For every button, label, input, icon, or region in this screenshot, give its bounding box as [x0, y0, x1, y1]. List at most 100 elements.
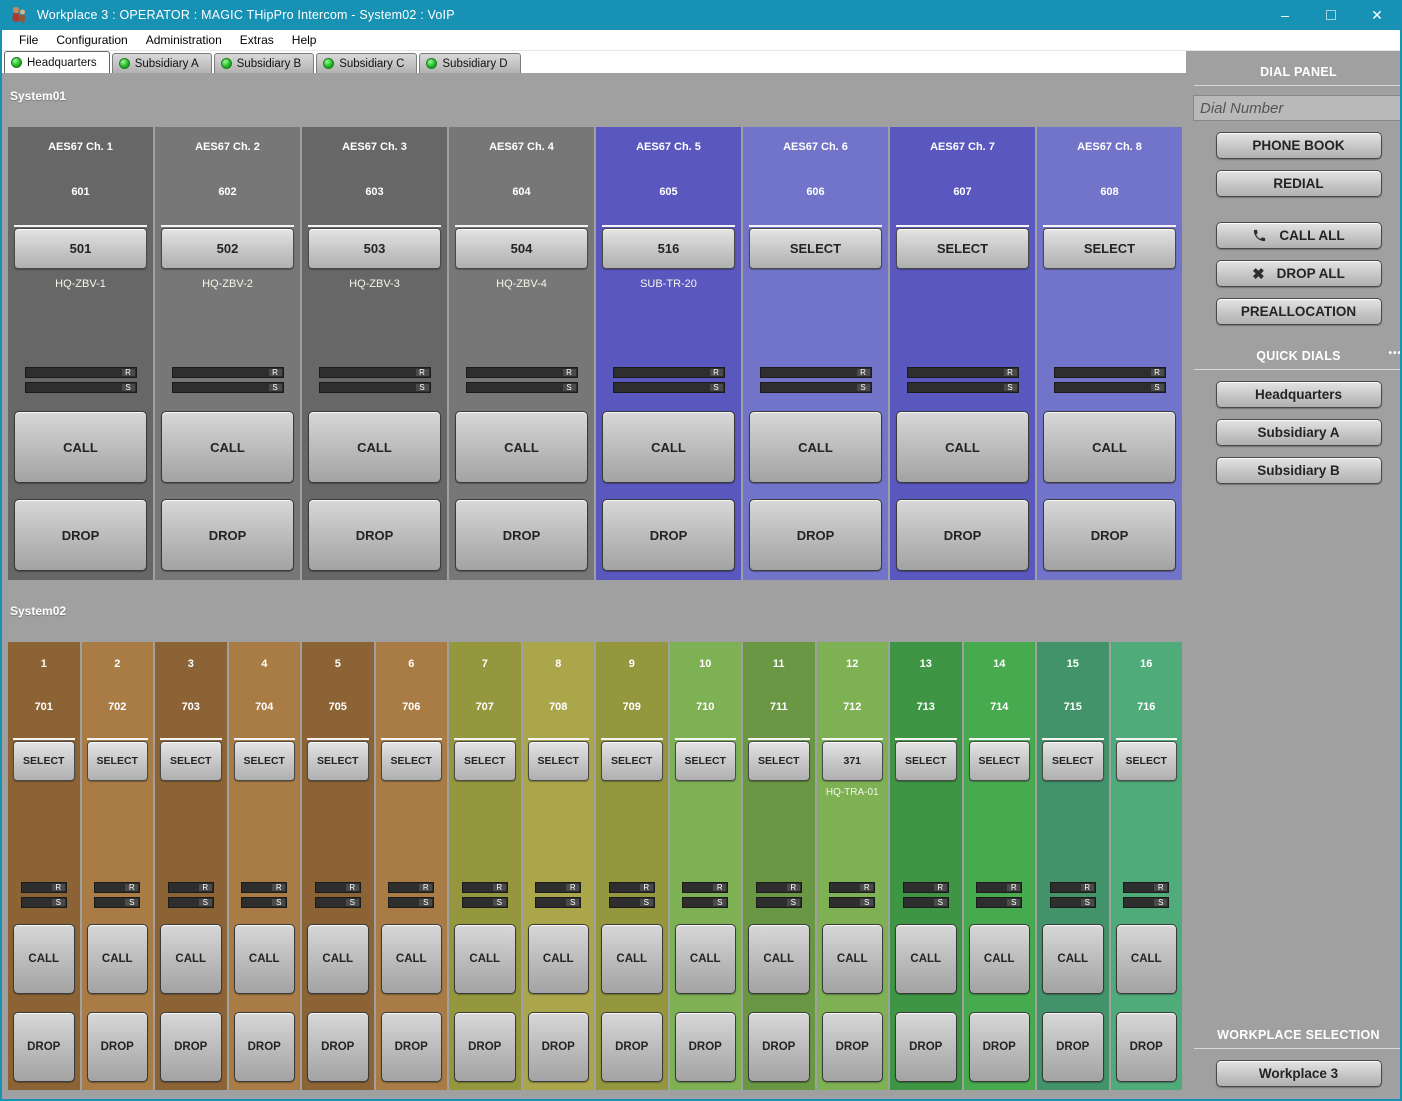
drop-button[interactable]: DROP: [87, 1012, 149, 1082]
call-button[interactable]: CALL: [602, 411, 735, 483]
channel-separator: [13, 738, 75, 740]
drop-button[interactable]: DROP: [895, 1012, 957, 1082]
select-button[interactable]: 504: [455, 228, 588, 269]
phone-book-button[interactable]: PHONE BOOK: [1216, 132, 1382, 159]
select-button[interactable]: SELECT: [307, 741, 369, 781]
drop-button[interactable]: DROP: [822, 1012, 884, 1082]
tab-subsidiary-c[interactable]: Subsidiary C: [316, 53, 417, 73]
select-button[interactable]: 502: [161, 228, 294, 269]
quick-dial-subsidiary-a-button[interactable]: Subsidiary A: [1216, 419, 1382, 446]
drop-button[interactable]: DROP: [1116, 1012, 1178, 1082]
drop-button[interactable]: DROP: [749, 499, 882, 571]
menu-item-configuration[interactable]: Configuration: [47, 33, 136, 47]
call-button[interactable]: CALL: [601, 924, 663, 994]
minimize-button[interactable]: –: [1262, 0, 1308, 30]
drop-button[interactable]: DROP: [528, 1012, 590, 1082]
drop-button[interactable]: DROP: [1043, 499, 1176, 571]
tab-subsidiary-a[interactable]: Subsidiary A: [112, 53, 212, 73]
call-button[interactable]: CALL: [748, 924, 810, 994]
call-button[interactable]: CALL: [87, 924, 149, 994]
select-button[interactable]: SELECT: [895, 741, 957, 781]
menu-item-help[interactable]: Help: [283, 33, 326, 47]
drop-button[interactable]: DROP: [14, 499, 147, 571]
meter-label-r: R: [857, 369, 870, 376]
call-button[interactable]: CALL: [1116, 924, 1178, 994]
quick-dials-menu-icon[interactable]: •••: [1388, 348, 1402, 359]
menu-item-file[interactable]: File: [10, 33, 47, 47]
drop-button[interactable]: DROP: [1042, 1012, 1104, 1082]
drop-button[interactable]: DROP: [748, 1012, 810, 1082]
drop-button[interactable]: DROP: [969, 1012, 1031, 1082]
select-button[interactable]: SELECT: [1042, 741, 1104, 781]
preallocation-button[interactable]: PREALLOCATION: [1216, 298, 1382, 325]
drop-button[interactable]: DROP: [454, 1012, 516, 1082]
quick-dial-subsidiary-b-button[interactable]: Subsidiary B: [1216, 457, 1382, 484]
select-button[interactable]: 371: [822, 741, 884, 781]
select-button[interactable]: SELECT: [675, 741, 737, 781]
call-button[interactable]: CALL: [234, 924, 296, 994]
drop-all-button[interactable]: ✖ DROP ALL: [1216, 260, 1382, 287]
call-button[interactable]: CALL: [13, 924, 75, 994]
call-button[interactable]: CALL: [896, 411, 1029, 483]
call-button[interactable]: CALL: [895, 924, 957, 994]
call-button[interactable]: CALL: [161, 411, 294, 483]
drop-button[interactable]: DROP: [307, 1012, 369, 1082]
maximize-button[interactable]: [1308, 0, 1354, 30]
drop-button[interactable]: DROP: [896, 499, 1029, 571]
drop-button[interactable]: DROP: [234, 1012, 296, 1082]
call-button[interactable]: CALL: [14, 411, 147, 483]
drop-button[interactable]: DROP: [13, 1012, 75, 1082]
call-button[interactable]: CALL: [454, 924, 516, 994]
dial-number-input[interactable]: [1193, 95, 1402, 121]
call-button[interactable]: CALL: [1042, 924, 1104, 994]
call-button[interactable]: CALL: [455, 411, 588, 483]
drop-button[interactable]: DROP: [675, 1012, 737, 1082]
select-button[interactable]: SELECT: [969, 741, 1031, 781]
menu-item-administration[interactable]: Administration: [137, 33, 231, 47]
select-button[interactable]: 503: [308, 228, 441, 269]
select-button[interactable]: SELECT: [748, 741, 810, 781]
select-button[interactable]: SELECT: [528, 741, 590, 781]
select-button[interactable]: SELECT: [234, 741, 296, 781]
select-button[interactable]: SELECT: [13, 741, 75, 781]
call-button[interactable]: CALL: [160, 924, 222, 994]
channel-column: AES67 Ch. 8608SELECTRSCALLDROP: [1037, 127, 1182, 580]
call-button[interactable]: CALL: [749, 411, 882, 483]
select-button[interactable]: SELECT: [454, 741, 516, 781]
call-button[interactable]: CALL: [822, 924, 884, 994]
call-button[interactable]: CALL: [528, 924, 590, 994]
select-button[interactable]: SELECT: [160, 741, 222, 781]
meter-label-s: S: [1154, 899, 1167, 906]
drop-button[interactable]: DROP: [161, 499, 294, 571]
tab-headquarters[interactable]: Headquarters: [4, 51, 110, 73]
call-all-button[interactable]: CALL ALL: [1216, 222, 1382, 249]
drop-button[interactable]: DROP: [601, 1012, 663, 1082]
tab-subsidiary-d[interactable]: Subsidiary D: [419, 53, 520, 73]
drop-button[interactable]: DROP: [160, 1012, 222, 1082]
select-button[interactable]: SELECT: [1043, 228, 1176, 269]
quick-dial-headquarters-button[interactable]: Headquarters: [1216, 381, 1382, 408]
call-button[interactable]: CALL: [1043, 411, 1176, 483]
call-button[interactable]: CALL: [969, 924, 1031, 994]
workplace-3-button[interactable]: Workplace 3: [1216, 1060, 1382, 1087]
select-button[interactable]: SELECT: [601, 741, 663, 781]
select-button[interactable]: 501: [14, 228, 147, 269]
call-button[interactable]: CALL: [308, 411, 441, 483]
drop-button[interactable]: DROP: [455, 499, 588, 571]
select-button[interactable]: SELECT: [87, 741, 149, 781]
drop-button[interactable]: DROP: [308, 499, 441, 571]
call-button[interactable]: CALL: [675, 924, 737, 994]
call-button[interactable]: CALL: [307, 924, 369, 994]
select-button[interactable]: SELECT: [381, 741, 443, 781]
tab-subsidiary-b[interactable]: Subsidiary B: [214, 53, 315, 73]
redial-button[interactable]: REDIAL: [1216, 170, 1382, 197]
call-button[interactable]: CALL: [381, 924, 443, 994]
select-button[interactable]: SELECT: [1116, 741, 1178, 781]
drop-button[interactable]: DROP: [381, 1012, 443, 1082]
select-button[interactable]: SELECT: [749, 228, 882, 269]
menu-item-extras[interactable]: Extras: [231, 33, 283, 47]
select-button[interactable]: 516: [602, 228, 735, 269]
drop-button[interactable]: DROP: [602, 499, 735, 571]
close-button[interactable]: ✕: [1354, 0, 1400, 30]
select-button[interactable]: SELECT: [896, 228, 1029, 269]
